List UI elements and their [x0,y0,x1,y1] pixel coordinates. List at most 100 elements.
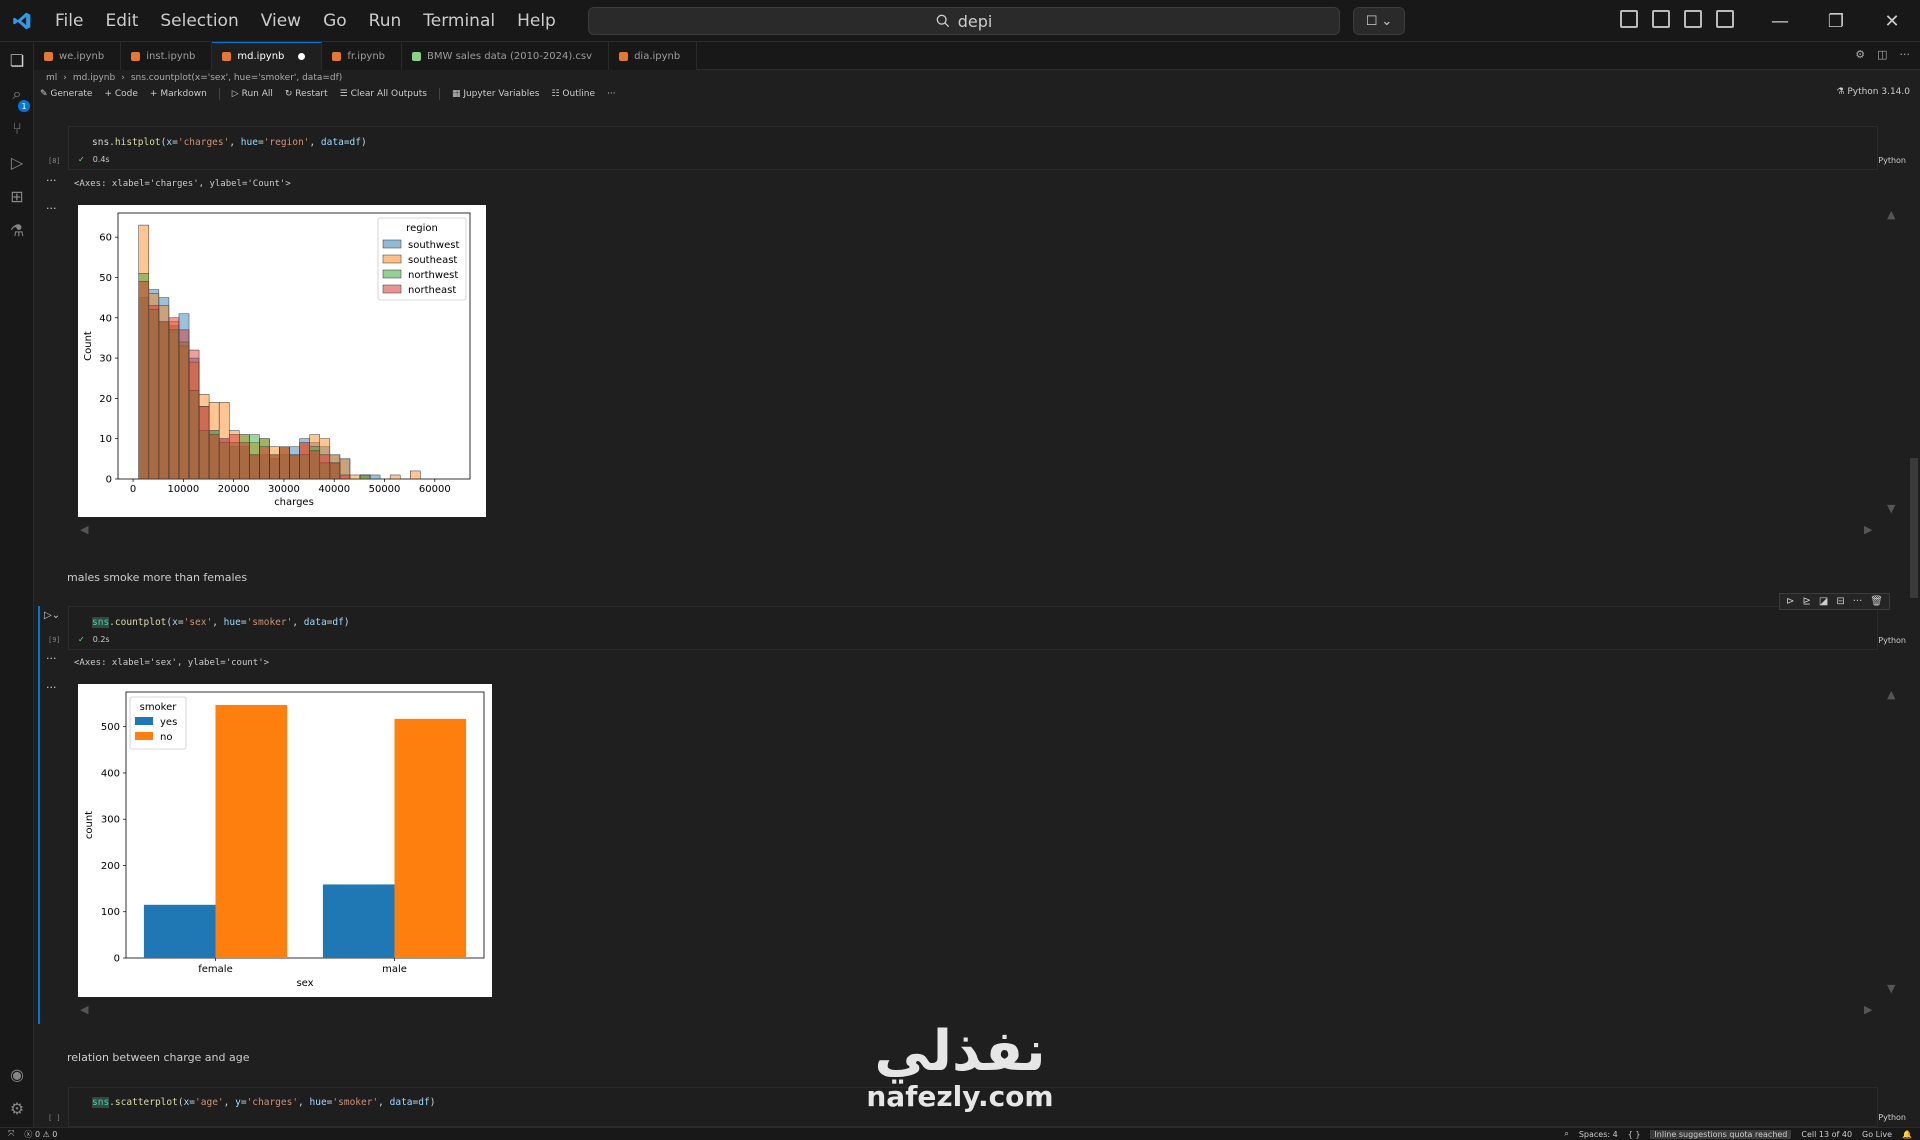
code-line[interactable]: sns.histplot(x='charges', hue='region', … [92,137,367,148]
minimize-icon[interactable]: — [1752,0,1808,42]
notifications-bell-icon[interactable]: 🔔 [1902,1130,1912,1139]
menu-edit[interactable]: Edit [94,11,149,31]
explorer-icon[interactable]: ❏ [7,50,27,70]
remote-icon[interactable]: ⤧ [8,1129,14,1139]
toolbar-more-button[interactable]: ··· [607,89,616,99]
output-scroll-up-icon[interactable]: ▲ [1887,688,1895,701]
tab-md[interactable]: md.ipynb [212,42,323,70]
run-all-button[interactable]: ▷ Run All [232,89,273,99]
y-tick-label: 20 [99,394,112,405]
restore-icon[interactable]: ❐ [1808,0,1864,42]
menu-go[interactable]: Go [312,11,358,31]
tab-label: md.ipynb [237,51,285,62]
execute-below-icon[interactable]: ⊵ [1803,596,1811,607]
settings-gear-icon[interactable]: ⚙ [1855,48,1865,61]
breadcrumb-folder[interactable]: ml [46,73,57,83]
command-center-search[interactable]: depi [588,7,1340,35]
close-icon[interactable]: ✕ [1864,0,1920,42]
tab-dia[interactable]: dia.ipynb [609,42,698,70]
menu-selection[interactable]: Selection [149,11,249,31]
menu-file[interactable]: File [44,11,94,31]
output-scroll-down-icon[interactable]: ▼ [1887,502,1895,515]
execute-above-icon[interactable]: ⊳ [1786,596,1794,607]
output-more-icon[interactable]: ··· [46,652,57,665]
output-more-icon[interactable]: ··· [46,681,57,694]
code-line[interactable]: sns.scatterplot(x='age', y='charges', hu… [92,1097,435,1108]
countplot-plot: female male 0 100 200 300 400 500 sex count smoker… [78,684,492,997]
jupyter-variables-button[interactable]: ▦ Jupyter Variables [452,89,540,99]
countplot-svg: female male 0 100 200 300 400 500 sex count smoker… [84,691,485,989]
add-markdown-button[interactable]: + Markdown [150,89,207,99]
csv-file-icon [412,51,422,61]
toggle-primary-sidebar-icon[interactable] [1652,10,1670,28]
gear-icon[interactable]: ⚙ [7,1098,27,1118]
cell-language[interactable]: Python [1878,1113,1906,1122]
menu-help[interactable]: Help [506,11,567,31]
code-line[interactable]: sns.countplot(x='sex', hue='smoker', dat… [92,617,350,628]
customize-layout-icon[interactable] [1620,10,1638,28]
menu-run[interactable]: Run [358,11,413,31]
search-icon[interactable]: ⌕ [7,84,27,104]
code-cell-editor[interactable] [68,606,1878,650]
markdown-cell[interactable]: males smoke more than females [67,571,247,584]
x-tick-label: 20000 [218,484,250,495]
add-code-button[interactable]: + Code [104,89,137,99]
menu-view[interactable]: View [250,11,312,31]
account-icon[interactable]: ◉ [7,1064,27,1084]
generate-button[interactable]: ✎ Generate [40,89,92,99]
zoom-icon[interactable]: ⌕ [1564,1129,1568,1139]
go-live-button[interactable]: Go Live [1862,1130,1892,1139]
tab-inst[interactable]: inst.ipynb [121,42,213,70]
histogram-bar [349,474,361,480]
x-axis-label: sex [296,978,313,989]
run-cell-icon[interactable]: ▷⌄ [44,610,60,621]
run-debug-icon[interactable]: ▷ [7,152,27,172]
restart-label: Restart [295,89,328,99]
output-scroll-up-icon[interactable]: ▲ [1887,208,1895,221]
output-scroll-left-icon[interactable]: ◀ [80,523,88,536]
delete-cell-icon[interactable]: 🗑 [1870,596,1883,607]
cell-layout-icon[interactable]: ⊟ [1836,596,1844,607]
problems-indicator[interactable]: ⓧ 0 ⚠ 0 [24,1129,57,1140]
cell-position-status[interactable]: Cell 13 of 40 [1801,1130,1852,1139]
testing-icon[interactable]: ⚗ [7,220,27,240]
unsaved-dot-icon[interactable] [298,53,306,60]
inline-suggestions-status[interactable]: Inline suggestions quota reached [1650,1129,1792,1139]
output-scroll-right-icon[interactable]: ▶ [1864,523,1872,536]
braces-icon[interactable]: { } [1628,1130,1641,1139]
kernel-picker[interactable]: ⚗ Python 3.14.0 [1836,87,1910,97]
histogram-bar [319,454,331,480]
tab-bmw-csv[interactable]: BMW sales data (2010-2024).csv [402,42,610,70]
toggle-panel-icon[interactable] [1684,10,1702,28]
markdown-cell[interactable]: relation between charge and age [67,1051,250,1064]
cell-language[interactable]: Python [1878,636,1906,645]
toggle-secondary-sidebar-icon[interactable] [1716,10,1734,28]
more-actions-icon[interactable]: ··· [1900,48,1911,61]
extensions-icon[interactable]: ⊞ [7,186,27,206]
outline-button[interactable]: ☷ Outline [551,89,595,99]
tab-fr[interactable]: fr.ipynb [322,42,403,70]
cell-language[interactable]: Python [1878,156,1906,165]
clear-outputs-button[interactable]: ☰ Clear All Outputs [340,89,427,99]
output-scroll-down-icon[interactable]: ▼ [1887,982,1895,995]
split-cell-icon[interactable]: ◪ [1819,596,1828,607]
cell-more-icon[interactable]: ··· [1853,596,1863,607]
activity-bar: ❏ 1 ⌕ ⑂ ▷ ⊞ ⚗ ◉ ⚙ [0,42,34,1127]
split-editor-icon[interactable]: ◫ [1877,48,1887,61]
vertical-scrollbar[interactable] [1910,458,1918,598]
output-scroll-right-icon[interactable]: ▶ [1864,1003,1872,1016]
code-cell-editor[interactable] [68,126,1878,170]
breadcrumb-cell[interactable]: sns.countplot(x='sex', hue='smoker', dat… [131,73,342,83]
copilot-button[interactable]: ☐ ⌄ [1353,7,1405,35]
output-scroll-left-icon[interactable]: ◀ [80,1003,88,1016]
indentation-status[interactable]: Spaces: 4 [1579,1130,1618,1139]
tab-we[interactable]: we.ipynb [34,42,122,70]
execution-count: [ ] [48,1114,61,1122]
menu-terminal[interactable]: Terminal [412,11,506,31]
breadcrumb-file[interactable]: md.ipynb [73,73,115,83]
restart-button[interactable]: ↻ Restart [285,89,328,99]
check-icon: ✓ [78,635,85,644]
output-more-icon[interactable]: ··· [46,202,57,215]
output-more-icon[interactable]: ··· [46,174,57,187]
source-control-icon[interactable]: ⑂ [7,118,27,138]
